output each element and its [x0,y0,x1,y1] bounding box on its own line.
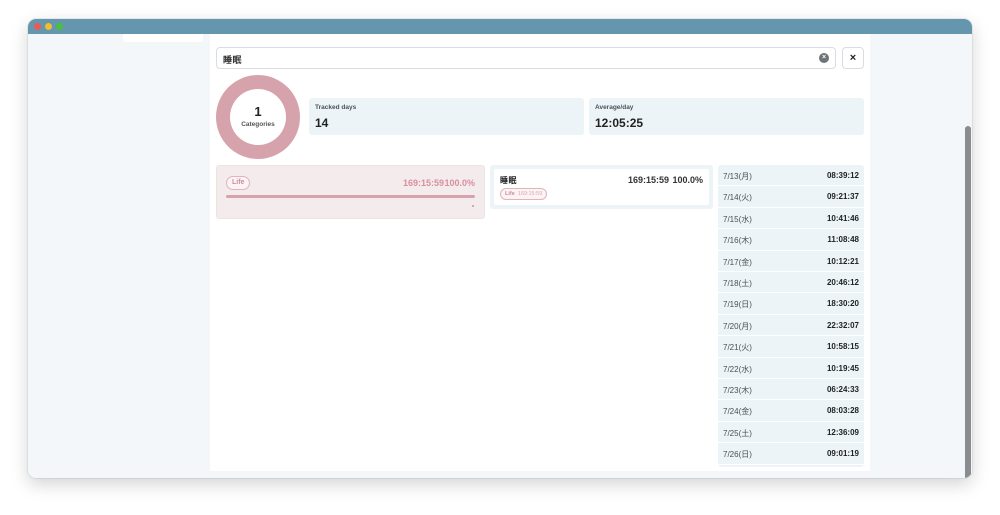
average-per-day-card: Average/day 12:05:25 [589,98,864,135]
category-donut-chart: 1 Categories [216,75,300,159]
day-date: 7/13(月) [723,172,752,181]
item-card-body: 睡眠 169:15:59 100.0% Life 169:15:59 [494,169,709,205]
list-item[interactable]: 7/24(金) 08:03:28 [718,400,864,422]
day-date: 7/18(土) [723,279,752,288]
day-date: 7/23(木) [723,386,752,395]
tracked-days-label: Tracked days [315,104,357,111]
daily-totals-list: 7/13(月) 08:39:12 7/14(火) 09:21:37 7/15(水) 1… [718,165,864,467]
close-filter-button[interactable]: × [842,47,864,69]
average-per-day-label: Average/day [595,104,634,111]
list-item[interactable]: 7/14(火) 09:21:37 [718,186,864,208]
day-time: 10:58:15 [826,342,859,352]
list-item[interactable]: 7/18(土) 20:46:12 [718,272,864,294]
list-item[interactable]: 7/19(日) 18:30:20 [718,293,864,315]
item-total-time: 169:15:59 [627,175,669,185]
category-total-time: 169:15:59 [402,178,444,188]
minimize-window-button[interactable] [45,23,52,30]
day-date: 7/25(土) [723,428,752,438]
list-item[interactable]: 7/23(木) 06:24:33 [718,379,864,401]
close-window-button[interactable] [34,23,41,30]
day-date: 7/15(水) [723,214,752,224]
category-percent: 100.0% [444,178,475,188]
list-item[interactable]: 7/15(水) 10:41:46 [718,208,864,230]
category-progress-bar [226,195,475,198]
day-date: 7/22(水) [723,364,752,374]
day-date: 7/17(金) [723,257,752,267]
day-time: 10:19:45 [826,363,859,373]
list-item[interactable]: 7/22(水) 10:19:45 [718,358,864,379]
item-tag-time: 169:15:59 [517,191,543,197]
day-date: 7/21(火) [723,343,752,353]
clear-search-icon[interactable]: × [819,53,829,63]
category-count: 1 [254,104,262,119]
app-window: 睡眠 × × 1 Categories Tracked days 14 Aver… [28,19,972,478]
day-time: 08:03:28 [826,406,859,416]
day-date: 7/14(火) [723,193,752,203]
list-item[interactable]: 7/17(金) 10:12:21 [718,251,864,272]
donut-center: 1 Categories [230,89,286,145]
category-card[interactable]: Life 169:15:59 100.0% [216,165,485,219]
day-date: 7/20(月) [723,321,752,331]
list-item[interactable]: 7/21(火) 10:58:15 [718,336,864,358]
item-name: 睡眠 [500,176,517,185]
list-item[interactable]: 7/25(土) 12:36:09 [718,422,864,444]
tracked-days-value: 14 [315,116,329,130]
item-percent: 100.0% [672,175,703,185]
day-time: 09:21:37 [826,192,859,202]
top-strip-left [123,34,203,42]
day-time: 10:12:21 [826,256,859,266]
item-category-tag[interactable]: Life 169:15:59 [500,188,548,200]
average-per-day-value: 12:05:25 [595,116,644,130]
day-time: 18:30:20 [826,299,859,309]
item-card[interactable]: 睡眠 169:15:59 100.0% Life 169:15:59 [490,165,713,209]
day-date: 7/16(木) [723,236,752,246]
category-pill[interactable]: Life [226,176,251,190]
day-date: 7/24(金) [723,407,752,417]
day-time: 11:08:48 [827,235,859,245]
vertical-scrollbar[interactable] [964,34,972,478]
scrollbar-thumb[interactable] [965,126,971,478]
title-bar [28,19,972,34]
list-item[interactable]: 7/26(日) 09:01:19 [718,443,864,465]
list-item[interactable]: 7/13(月) 08:39:12 [718,165,864,187]
day-time: 22:32:07 [826,320,859,330]
day-time: 10:41:46 [826,213,859,223]
day-time: 08:39:12 [826,171,859,180]
day-time: 06:24:33 [826,385,859,394]
analytics-panel: 睡眠 × × 1 Categories Tracked days 14 Aver… [210,34,870,471]
item-tag-name: Life [505,191,515,197]
category-count-label: Categories [241,121,275,128]
maximize-window-button[interactable] [56,23,63,30]
day-time: 09:01:19 [826,449,859,459]
tracked-days-card: Tracked days 14 [309,98,584,135]
search-input[interactable]: 睡眠 × [216,47,836,69]
category-marker-dot [472,205,474,207]
day-time: 20:46:12 [826,278,859,287]
list-item[interactable]: 7/16(木) 11:08:48 [718,229,864,251]
search-value: 睡眠 [223,55,243,65]
day-date: 7/26(日) [723,450,752,460]
list-item[interactable]: 7/20(月) 22:32:07 [718,315,864,337]
day-time: 12:36:09 [826,427,859,437]
day-date: 7/19(日) [723,300,752,310]
